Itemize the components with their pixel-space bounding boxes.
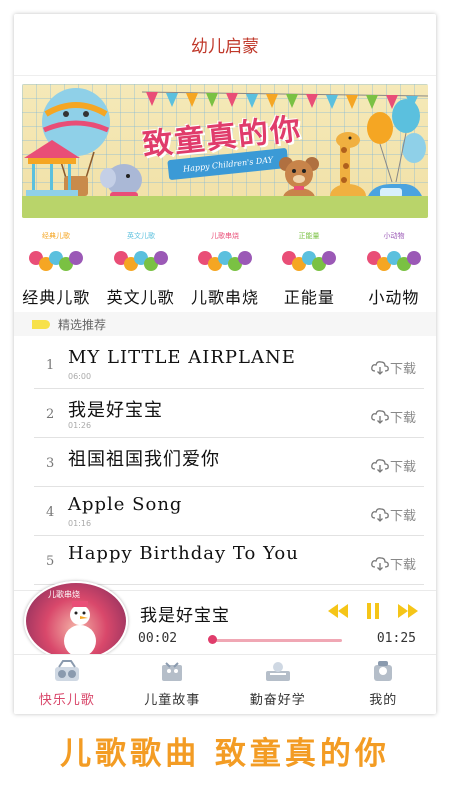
- snowman-figure-icon: [64, 601, 96, 657]
- carousel-icon: [24, 140, 80, 198]
- song-number: 4: [46, 505, 55, 520]
- album-cover[interactable]: 儿歌串烧: [24, 581, 128, 661]
- download-cloud-icon: [371, 409, 389, 424]
- app-title: 幼儿启蒙: [14, 14, 436, 76]
- song-meta: 01:26: [68, 421, 92, 430]
- study-icon: [265, 662, 290, 681]
- category-label: 英文儿歌: [106, 288, 175, 307]
- song-title: 我是好宝宝: [68, 400, 163, 421]
- banner-ground: [22, 196, 428, 218]
- category-item[interactable]: 英文儿歌 英文儿歌: [98, 228, 182, 308]
- category-label: 小动物: [368, 288, 420, 307]
- story-icon: [162, 662, 183, 681]
- category-thumbnail-icon: 儿歌串烧: [198, 231, 253, 271]
- featured-heading: 精选推荐: [58, 317, 107, 332]
- download-cloud-icon: [371, 556, 389, 571]
- song-title: Apple Song: [68, 494, 183, 515]
- download-label: 下载: [389, 558, 416, 573]
- song-number: 5: [46, 554, 55, 569]
- download-button[interactable]: 下载: [371, 358, 416, 377]
- mini-player: 儿歌串烧 我是好宝宝 00:02 01:25: [14, 581, 436, 661]
- song-meta: 06:00: [68, 372, 92, 381]
- download-button[interactable]: 下载: [371, 554, 416, 573]
- profile-icon: [374, 661, 393, 681]
- total-time: 01:25: [376, 631, 416, 646]
- progress-knob[interactable]: [208, 635, 217, 644]
- category-thumbnail-icon: 经典儿歌: [29, 231, 84, 271]
- featured-header: 精选推荐: [14, 312, 436, 336]
- category-thumbnail-tag: 儿歌串烧: [211, 231, 239, 240]
- category-thumbnail-tag: 英文儿歌: [127, 231, 155, 240]
- section-marker-icon: [32, 319, 50, 329]
- nav-tab[interactable]: 勤奋好学: [225, 655, 331, 714]
- previous-icon[interactable]: [328, 604, 348, 618]
- song-row[interactable]: 3 祖国祖国我们爱你下载: [34, 438, 424, 487]
- nav-tab-label: 快乐儿歌: [38, 693, 95, 708]
- nav-tab-label: 勤奋好学: [249, 693, 306, 708]
- player-controls: [328, 603, 418, 619]
- category-thumbnail-icon: 正能量: [282, 231, 337, 271]
- category-item[interactable]: 儿歌串烧 儿歌串烧: [183, 228, 267, 308]
- song-number: 2: [46, 407, 55, 422]
- nav-tab-label: 儿童故事: [144, 693, 201, 708]
- balloons-icon: [367, 99, 426, 183]
- pause-icon[interactable]: [366, 603, 380, 619]
- category-grid: 经典儿歌 经典儿歌 英文儿歌 英文儿歌 儿歌串烧 儿歌串烧 正能量 正能量 小动物 小动物: [14, 228, 436, 308]
- song-row[interactable]: 2 我是好宝宝 01:26 下载: [34, 389, 424, 438]
- download-button[interactable]: 下载: [371, 505, 416, 524]
- category-label: 经典儿歌: [22, 288, 91, 307]
- nav-tab[interactable]: 我的: [331, 655, 437, 714]
- song-list: 1 MY LITTLE AIRPLANE 06:00 下载 2 我是好宝宝 01:26 下载…: [34, 340, 424, 585]
- song-row[interactable]: 1 MY LITTLE AIRPLANE 06:00 下载: [34, 340, 424, 389]
- category-item[interactable]: 经典儿歌 经典儿歌: [14, 228, 98, 308]
- download-label: 下载: [389, 460, 416, 475]
- category-label: 儿歌串烧: [191, 288, 260, 307]
- song-meta: 01:16: [68, 519, 92, 528]
- current-time: 00:02: [138, 631, 178, 646]
- download-button[interactable]: 下载: [371, 456, 416, 475]
- category-item[interactable]: 小动物 小动物: [352, 228, 436, 308]
- song-title: MY LITTLE AIRPLANE: [68, 347, 296, 368]
- download-label: 下载: [389, 362, 416, 377]
- promo-banner[interactable]: 致童真的你 Happy Children's DAY: [22, 84, 428, 218]
- bottom-nav: 快乐儿歌 儿童故事 勤奋好学 我的: [14, 654, 436, 714]
- promo-slogan: 儿歌歌曲 致童真的你: [60, 736, 390, 772]
- song-number: 1: [46, 358, 55, 373]
- now-playing-title: 我是好宝宝: [140, 606, 230, 626]
- song-number: 3: [46, 456, 55, 471]
- category-label: 正能量: [283, 288, 335, 307]
- download-label: 下载: [389, 509, 416, 524]
- download-label: 下载: [389, 411, 416, 426]
- progress-bar[interactable]: [210, 639, 342, 642]
- category-thumbnail-icon: 小动物: [366, 231, 421, 271]
- download-cloud-icon: [371, 360, 389, 375]
- song-row[interactable]: 5 Happy Birthday To You 下载: [34, 536, 424, 585]
- category-thumbnail-tag: 小动物: [383, 231, 404, 240]
- song-title: 祖国祖国我们爱你: [68, 449, 220, 470]
- download-cloud-icon: [371, 458, 389, 473]
- category-thumbnail-tag: 经典儿歌: [42, 231, 70, 240]
- category-thumbnail-icon: 英文儿歌: [113, 231, 168, 271]
- category-thumbnail-tag: 正能量: [299, 231, 320, 240]
- download-cloud-icon: [371, 507, 389, 522]
- song-title: Happy Birthday To You: [68, 543, 299, 564]
- nav-tab-label: 我的: [369, 693, 398, 708]
- download-button[interactable]: 下载: [371, 407, 416, 426]
- music-kids-icon: [54, 660, 79, 681]
- category-item[interactable]: 正能量 正能量: [267, 228, 351, 308]
- app-frame: 幼儿启蒙 致童真的你 Happy Children's DAY 经典儿歌 经典儿…: [14, 14, 436, 714]
- song-row[interactable]: 4 Apple Song 01:16 下载: [34, 487, 424, 536]
- nav-tab[interactable]: 儿童故事: [120, 655, 226, 714]
- next-icon[interactable]: [398, 604, 418, 618]
- nav-tab[interactable]: 快乐儿歌: [14, 655, 120, 714]
